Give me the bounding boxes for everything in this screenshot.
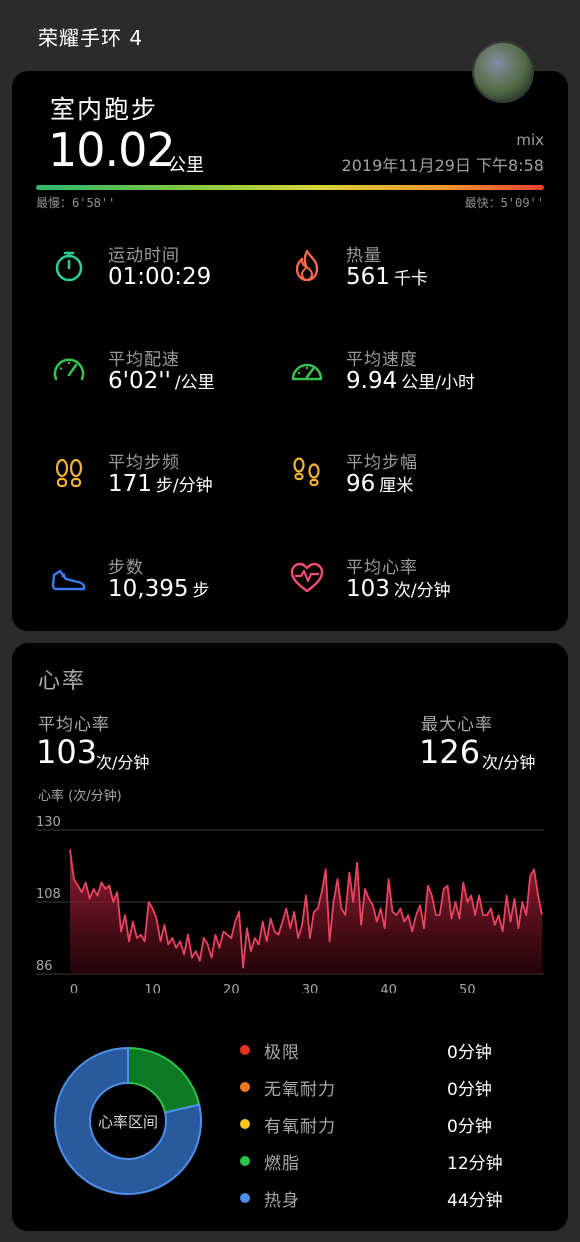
zone-duration: 0分钟 xyxy=(447,1043,492,1063)
footprints-icon xyxy=(55,458,83,488)
zone-name: 极限 xyxy=(264,1043,300,1063)
stat-value: 561 千卡 xyxy=(346,264,428,290)
y-tick-label: 130 xyxy=(36,815,61,830)
stat-avg-pace: 平均配速 6'02''/公里 xyxy=(50,345,300,405)
zone-name: 热身 xyxy=(264,1191,300,1211)
heart-rate-area xyxy=(70,849,542,974)
x-tick-label: 50 xyxy=(459,983,476,993)
max-heart-rate-label: 最大心率 xyxy=(421,715,493,735)
zone-color-dot xyxy=(240,1119,250,1129)
stat-avg-cadence: 平均步频 171 步/分钟 xyxy=(50,448,300,508)
heart-rate-card: 心率 平均心率 103 次/分钟 最大心率 126 次/分钟 心率 (次/分钟)… xyxy=(12,643,568,1231)
chart-y-axis-label: 心率 (次/分钟) xyxy=(38,789,122,804)
zone-duration: 0分钟 xyxy=(447,1117,492,1137)
stat-steps: 步数 10,395 步 xyxy=(50,553,300,613)
shoe-icon xyxy=(51,569,86,591)
avatar[interactable] xyxy=(474,43,532,101)
speedometer-icon xyxy=(53,358,85,381)
distance-value: 10.02 xyxy=(48,123,176,177)
heart-rate-chart: 86108130 01020304050 时间 (分钟) xyxy=(36,815,544,993)
zone-duration: 0分钟 xyxy=(447,1080,492,1100)
stat-value: 01:00:29 xyxy=(108,264,212,290)
zone-row: 有氧耐力 0分钟 xyxy=(240,1112,540,1138)
device-name: mix xyxy=(516,131,544,149)
stat-value: 171 步/分钟 xyxy=(108,471,213,497)
zone-color-dot xyxy=(240,1193,250,1203)
zone-duration: 12分钟 xyxy=(447,1154,503,1174)
workout-summary-card: 室内跑步 10.02 公里 mix 2019年11月29日 下午8:58 最慢：… xyxy=(12,71,568,631)
stat-calories: 热量 561 千卡 xyxy=(288,241,538,301)
zone-name: 燃脂 xyxy=(264,1154,300,1174)
y-tick-label: 108 xyxy=(36,887,61,902)
stat-label: 平均心率 xyxy=(346,558,418,578)
avg-heart-rate-label: 平均心率 xyxy=(38,715,110,735)
stat-value: 6'02''/公里 xyxy=(108,368,215,394)
zone-row: 极限 0分钟 xyxy=(240,1038,540,1064)
distance-unit: 公里 xyxy=(168,155,204,176)
stopwatch-icon xyxy=(55,251,83,282)
stat-avg-heart-rate: 平均心率 103 次/分钟 xyxy=(288,553,538,613)
workout-datetime: 2019年11月29日 下午8:58 xyxy=(341,156,544,175)
zone-row: 燃脂 12分钟 xyxy=(240,1149,540,1175)
stat-label: 热量 xyxy=(346,246,382,266)
stat-label: 运动时间 xyxy=(108,246,180,266)
x-tick-label: 30 xyxy=(302,983,319,993)
zone-color-dot xyxy=(240,1045,250,1055)
zone-color-dot xyxy=(240,1156,250,1166)
flame-icon xyxy=(295,249,319,282)
slowest-pace: 最慢：6'58'' xyxy=(36,196,116,210)
zone-color-dot xyxy=(240,1082,250,1092)
stat-label: 步数 xyxy=(108,558,144,578)
heart-pulse-icon xyxy=(290,562,324,593)
stat-value: 103 次/分钟 xyxy=(346,576,451,602)
zone-name: 无氧耐力 xyxy=(264,1080,336,1100)
device-title: 荣耀手环 4 xyxy=(38,26,144,50)
stat-value: 9.94 公里/小时 xyxy=(346,368,475,394)
stat-value: 96 厘米 xyxy=(346,471,414,497)
heart-rate-zone-ring: 心率区间 xyxy=(54,1046,202,1195)
avg-heart-rate-value: 103 xyxy=(36,733,98,771)
stat-avg-speed: 平均速度 9.94 公里/小时 xyxy=(288,345,538,405)
zone-name: 有氧耐力 xyxy=(264,1117,336,1137)
section-title: 心率 xyxy=(38,669,87,694)
stat-label: 平均步幅 xyxy=(346,453,418,473)
max-heart-rate-value: 126 xyxy=(419,733,481,771)
stat-label: 平均步频 xyxy=(108,453,180,473)
stat-duration: 运动时间 01:00:29 xyxy=(50,241,300,301)
avg-heart-rate-unit: 次/分钟 xyxy=(96,753,150,772)
stat-label: 平均速度 xyxy=(346,350,418,370)
stat-avg-stride: 平均步幅 96 厘米 xyxy=(288,448,538,508)
workout-type: 室内跑步 xyxy=(50,95,159,124)
zone-ring-label: 心率区间 xyxy=(98,1113,158,1131)
stat-label: 平均配速 xyxy=(108,350,180,370)
pace-gradient-bar xyxy=(36,185,544,190)
zone-row: 热身 44分钟 xyxy=(240,1186,540,1212)
zone-duration: 44分钟 xyxy=(447,1191,503,1211)
fastest-pace: 最快：5'09'' xyxy=(464,196,544,210)
y-tick-label: 86 xyxy=(36,959,53,974)
x-tick-label: 10 xyxy=(144,983,161,993)
max-heart-rate-unit: 次/分钟 xyxy=(482,753,536,772)
x-tick-label: 0 xyxy=(70,983,78,993)
footprints-stride-icon xyxy=(293,457,320,487)
x-tick-label: 20 xyxy=(223,983,240,993)
zone-row: 无氧耐力 0分钟 xyxy=(240,1075,540,1101)
x-tick-label: 40 xyxy=(380,983,397,993)
zone-segment-fat-burn xyxy=(127,1046,201,1114)
speed-gauge-icon xyxy=(291,363,323,381)
stat-value: 10,395 步 xyxy=(108,576,210,602)
